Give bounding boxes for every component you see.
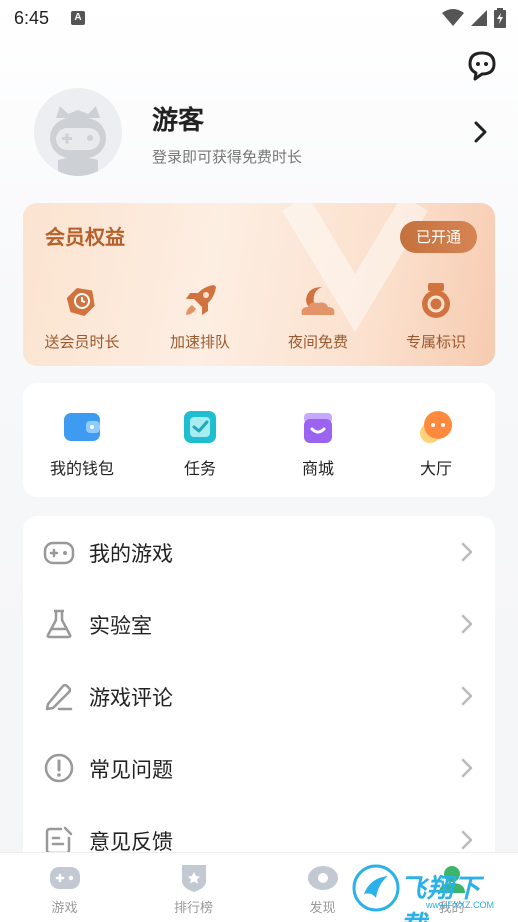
vip-item-label: 夜间免费 (287, 333, 348, 351)
quick-item-hall[interactable]: 大厅 (377, 383, 495, 497)
menu-item-label: 游戏评论 (89, 686, 173, 710)
chat-hall-icon (420, 411, 452, 443)
chevron-right-icon (461, 686, 473, 706)
quick-item-wallet[interactable]: 我的钱包 (23, 383, 141, 497)
menu-item-lab[interactable]: 实验室 (23, 588, 495, 660)
vip-item-label: 专属标识 (405, 333, 466, 351)
watermark-url: www.FXXZ.COM (426, 900, 495, 910)
badge-icon (422, 283, 450, 318)
quick-item-shop[interactable]: 商城 (259, 383, 377, 497)
game-icon (49, 867, 80, 889)
quick-item-task[interactable]: 任务 (141, 383, 259, 497)
wallet-icon (64, 413, 100, 441)
exclamation-icon (44, 753, 74, 783)
notification-a-icon: A (71, 11, 86, 25)
task-icon (184, 411, 216, 443)
menu-item-label: 常见问题 (89, 758, 173, 782)
nav-tab-games[interactable]: 游戏 (0, 853, 129, 922)
wifi-icon (442, 9, 464, 26)
moon-cloud-icon (301, 287, 335, 315)
nav-tab-ranking[interactable]: 排行榜 (129, 853, 258, 922)
vip-item-label: 送会员时长 (44, 333, 120, 351)
chevron-right-icon (461, 830, 473, 850)
avatar-robot-icon (50, 106, 106, 176)
pencil-icon (45, 683, 73, 711)
menu-item-my-games[interactable]: 我的游戏 (23, 516, 495, 588)
battery-icon (494, 8, 506, 28)
vip-item-fast-queue[interactable]: 加速排队 (141, 281, 259, 352)
menu-item-label: 实验室 (89, 614, 152, 638)
menu-item-faq[interactable]: 常见问题 (23, 732, 495, 804)
quick-access-card: 我的钱包 任务 商城 大厅 (23, 383, 495, 497)
profile-header[interactable]: 游客 登录即可获得免费时长 (34, 88, 494, 178)
chevron-right-icon (461, 542, 473, 562)
vip-item-exclusive-badge[interactable]: 专属标识 (377, 281, 495, 352)
rocket-icon (186, 285, 216, 315)
menu-item-label: 我的游戏 (89, 542, 173, 566)
signal-icon (471, 10, 487, 26)
quick-item-label: 我的钱包 (49, 459, 114, 478)
rank-shield-icon (181, 865, 206, 892)
nav-label: 游戏 (51, 901, 78, 916)
status-bar: 6:45 A (0, 0, 518, 36)
vip-status-button[interactable]: 已开通 (399, 221, 477, 253)
quick-item-label: 商城 (301, 459, 334, 478)
status-time: 6:45 (14, 7, 50, 28)
vip-benefits-card[interactable]: 会员权益 已开通 送会员时长 加速排队 夜间免费 专属标识 (23, 203, 495, 366)
vip-item-night-free[interactable]: 夜间免费 (259, 281, 377, 352)
nav-label: 排行榜 (173, 901, 213, 916)
chevron-right-icon[interactable] (472, 120, 490, 144)
status-right-icons (442, 8, 506, 28)
quick-item-label: 任务 (183, 459, 216, 478)
vip-title: 会员权益 (45, 225, 125, 249)
vip-items: 送会员时长 加速排队 夜间免费 专属标识 (23, 281, 495, 352)
login-hint: 登录即可获得免费时长 (152, 148, 303, 166)
gift-tag-icon (66, 287, 95, 316)
flask-icon (46, 609, 72, 639)
site-watermark: 飞翔下载 www.FXXZ.COM (352, 862, 506, 922)
chevron-right-icon (461, 758, 473, 778)
menu-item-game-reviews[interactable]: 游戏评论 (23, 660, 495, 732)
watermark-text: 飞翔下载 (400, 874, 482, 922)
menu-list: 我的游戏 实验室 游戏评论 常见问题 意见反馈 (23, 516, 495, 876)
vip-item-label: 加速排队 (169, 333, 230, 351)
username: 游客 (152, 106, 205, 136)
gamepad-icon (43, 541, 75, 565)
avatar[interactable] (34, 88, 122, 176)
shop-icon (304, 413, 332, 443)
message-icon[interactable] (466, 50, 498, 82)
quick-item-label: 大厅 (419, 459, 452, 478)
eye-icon (307, 866, 338, 890)
vip-item-gift-time[interactable]: 送会员时长 (23, 281, 141, 352)
chevron-right-icon (461, 614, 473, 634)
watermark-logo-icon (352, 864, 400, 912)
